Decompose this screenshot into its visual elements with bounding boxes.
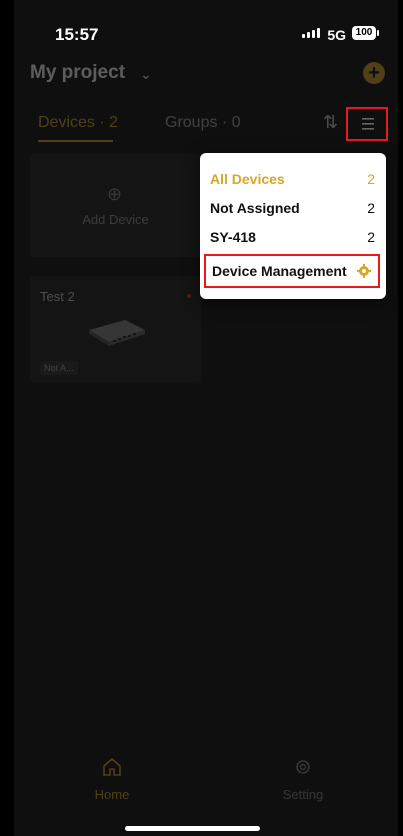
- home-icon: [103, 757, 121, 776]
- device-filter-dropdown: All Devices 2 Not Assigned 2 SY-418 2 De…: [200, 153, 386, 299]
- tab-underline: [38, 140, 113, 142]
- plus-icon: ⊕: [107, 184, 123, 204]
- device-management-button[interactable]: Device Management: [204, 254, 380, 288]
- tab-devices[interactable]: Devices · 2: [38, 114, 118, 132]
- project-title[interactable]: My project: [30, 62, 125, 84]
- dropdown-item-label: Not Assigned: [210, 200, 300, 216]
- signal-icon: [302, 28, 320, 38]
- gear-icon: [357, 264, 371, 278]
- tab-bar: Devices · 2 Groups · 0 ⇅: [38, 110, 378, 146]
- nav-setting[interactable]: Setting: [275, 756, 331, 802]
- status-bar: 15:57 5G 100: [14, 0, 398, 60]
- device-name: Test 2: [40, 289, 75, 304]
- tab-groups[interactable]: Groups · 0: [165, 114, 241, 132]
- status-dot-icon: [187, 294, 191, 298]
- network-type: 5G: [327, 27, 346, 43]
- nav-setting-label: Setting: [282, 787, 324, 802]
- phone-screen: 15:57 5G 100 My project ⌄ + Devices · 2 …: [14, 0, 398, 836]
- status-time: 15:57: [55, 25, 99, 44]
- device-group-tag: Not A...: [40, 361, 78, 375]
- nav-home-label: Home: [94, 787, 130, 802]
- add-device-label: Add Device: [82, 212, 149, 227]
- dropdown-item-all-devices[interactable]: All Devices 2: [210, 165, 375, 193]
- switch-device-icon: [89, 320, 145, 346]
- add-device-card[interactable]: ⊕ Add Device: [30, 154, 201, 257]
- sort-icon[interactable]: ⇅: [323, 112, 338, 133]
- project-header: My project ⌄ +: [30, 62, 385, 92]
- dropdown-item-not-assigned[interactable]: Not Assigned 2: [210, 194, 375, 222]
- dropdown-item-count: 2: [367, 200, 375, 216]
- menu-icon: [362, 118, 374, 130]
- nav-home[interactable]: Home: [84, 756, 140, 802]
- gear-icon: [296, 760, 310, 774]
- dropdown-item-label: All Devices: [210, 171, 285, 187]
- chevron-down-icon[interactable]: ⌄: [140, 66, 152, 83]
- dropdown-item-label: SY-418: [210, 229, 256, 245]
- dropdown-item-count: 2: [367, 171, 375, 187]
- plus-circle-icon[interactable]: +: [363, 62, 385, 84]
- menu-button[interactable]: [346, 107, 388, 141]
- dropdown-item-sy-418[interactable]: SY-418 2: [210, 223, 375, 251]
- dropdown-item-count: 2: [367, 229, 375, 245]
- bottom-nav: Home Setting: [14, 746, 398, 816]
- device-management-label: Device Management: [212, 263, 347, 279]
- battery-icon: 100: [352, 26, 379, 40]
- device-card[interactable]: Test 2 Not A...: [30, 276, 201, 382]
- home-indicator: [125, 826, 260, 831]
